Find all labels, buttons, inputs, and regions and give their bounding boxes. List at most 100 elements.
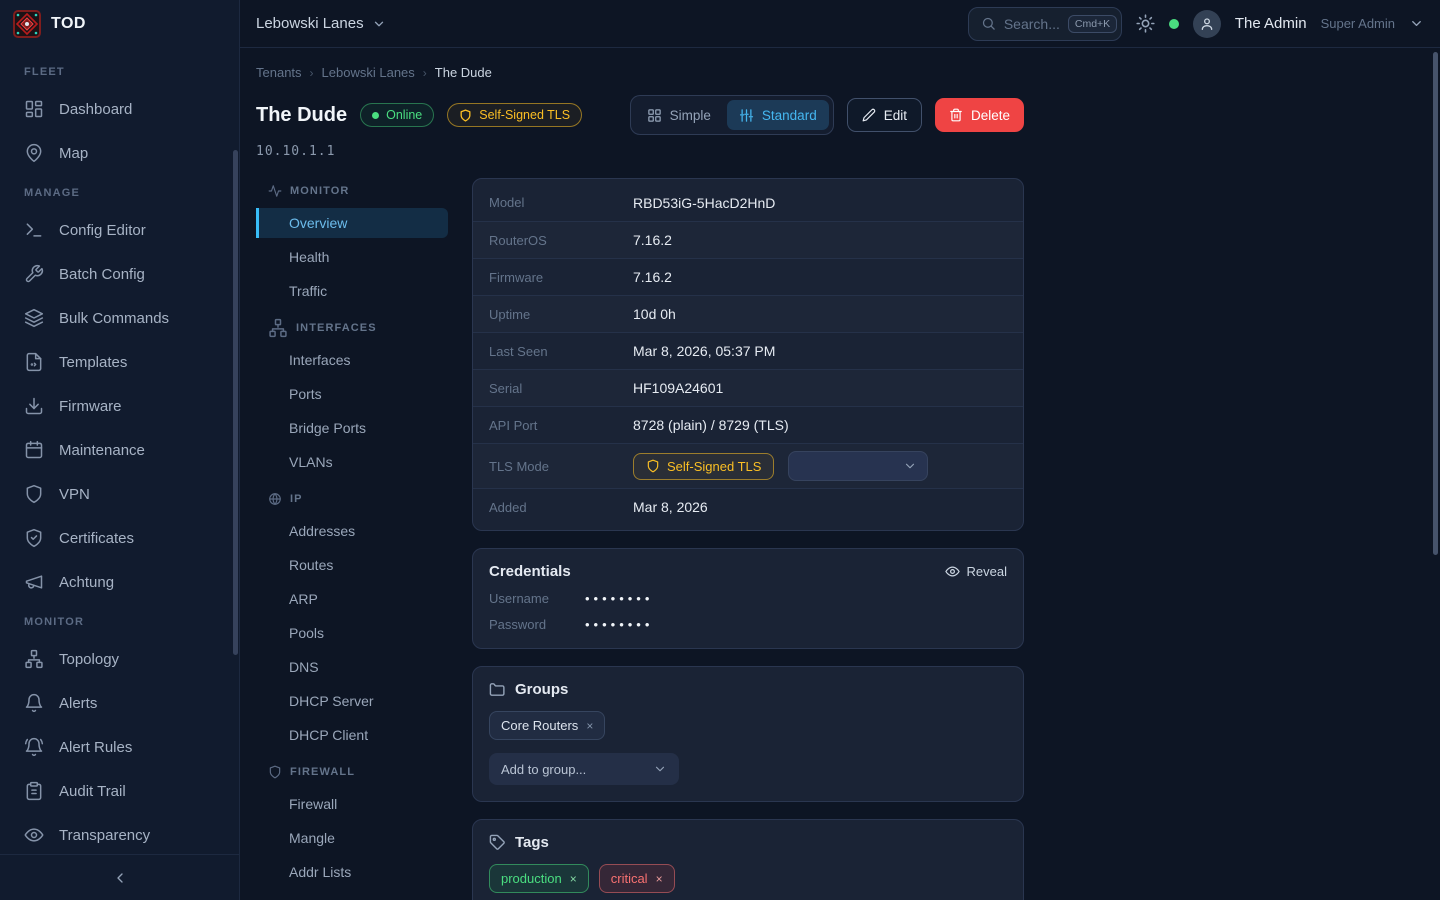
subnav-item-vlans[interactable]: VLANs (256, 447, 448, 477)
sidebar-item-dashboard[interactable]: Dashboard (0, 87, 239, 131)
subnav-item-arp[interactable]: ARP (256, 584, 448, 614)
clipboard-icon (24, 781, 44, 801)
search-placeholder: Search... (1004, 16, 1060, 32)
subnav-item-interfaces[interactable]: Interfaces (256, 345, 448, 375)
bell-ring-icon (24, 737, 44, 757)
sidebar-item-config-editor[interactable]: Config Editor (0, 208, 239, 252)
reveal-button[interactable]: Reveal (945, 564, 1007, 579)
subnav-item-routes[interactable]: Routes (256, 550, 448, 580)
detail-value-firmware: 7.16.2 (633, 269, 672, 285)
sidebar-scrollbar[interactable] (233, 150, 238, 655)
pencil-icon (862, 108, 876, 122)
view-simple-button[interactable]: Simple (635, 100, 723, 130)
password-masked-value: •••••••• (585, 617, 653, 632)
sidebar-item-achtung[interactable]: Achtung (0, 560, 239, 604)
tls-mode-select[interactable] (788, 451, 928, 481)
subnav-item-health[interactable]: Health (256, 242, 448, 272)
detail-row-api-port: API Port 8728 (plain) / 8729 (TLS) (473, 406, 1023, 443)
add-to-group-select[interactable]: Add to group... (489, 753, 679, 785)
search-icon (981, 16, 996, 31)
subnav-item-dhcp-client[interactable]: DHCP Client (256, 720, 448, 750)
layers-icon (24, 308, 44, 328)
detail-value-api-port: 8728 (plain) / 8729 (TLS) (633, 417, 789, 433)
subnav-item-ports[interactable]: Ports (256, 379, 448, 409)
subnav-item-dhcp-server[interactable]: DHCP Server (256, 686, 448, 716)
topbar: Lebowski Lanes Search... Cmd+K (240, 0, 1440, 48)
group-chip: Core Routers× (489, 711, 605, 740)
view-standard-button[interactable]: Standard (727, 100, 829, 130)
app-root: TOD FLEETDashboardMapMANAGEConfig Editor… (0, 0, 1440, 900)
user-role: Super Admin (1321, 16, 1395, 31)
overview-card: Model RBD53iG-5HacD2HnD RouterOS 7.16.2 … (472, 178, 1024, 531)
subnav-item-pools[interactable]: Pools (256, 618, 448, 648)
download-icon (24, 396, 44, 416)
groups-card: Groups Core Routers× Add to group... (472, 666, 1024, 802)
subnav-item-mangle[interactable]: Mangle (256, 823, 448, 853)
user-menu-chevron-icon[interactable] (1409, 16, 1424, 31)
theme-toggle-button[interactable] (1136, 14, 1155, 33)
eye-icon (945, 564, 960, 579)
sidebar-item-firmware[interactable]: Firmware (0, 384, 239, 428)
search-shortcut-badge: Cmd+K (1068, 15, 1117, 33)
sidebar-collapse-button[interactable] (0, 854, 239, 900)
sidebar-item-topology[interactable]: Topology (0, 637, 239, 681)
breadcrumb-item[interactable]: Lebowski Lanes (322, 65, 415, 80)
wrench-icon (24, 264, 44, 284)
online-dot-icon (372, 112, 379, 119)
breadcrumb-item[interactable]: Tenants (256, 65, 302, 80)
user-name: The Admin (1235, 15, 1307, 32)
avatar[interactable] (1193, 10, 1221, 38)
chevron-down-icon (653, 762, 667, 776)
page-scrollbar[interactable] (1433, 52, 1438, 555)
bell-icon (24, 693, 44, 713)
sidebar-item-templates[interactable]: Templates (0, 340, 239, 384)
subnav-item-addresses[interactable]: Addresses (256, 516, 448, 546)
sidebar-item-bulk-commands[interactable]: Bulk Commands (0, 296, 239, 340)
subnav-item-bridge-ports[interactable]: Bridge Ports (256, 413, 448, 443)
subnav-item-firewall[interactable]: Firewall (256, 789, 448, 819)
device-subnav: MONITOROverviewHealthTrafficINTERFACESIn… (256, 178, 448, 900)
sidebar-item-transparency[interactable]: Transparency (0, 813, 239, 854)
user-icon (1199, 16, 1215, 32)
tag-chip: production× (489, 864, 589, 893)
credentials-card: Credentials Reveal Username •••••••• (472, 548, 1024, 649)
breadcrumb-item[interactable]: The Dude (435, 65, 492, 80)
sidebar-item-maintenance[interactable]: Maintenance (0, 428, 239, 472)
detail-row-last-seen: Last Seen Mar 8, 2026, 05:37 PM (473, 332, 1023, 369)
sidebar-item-vpn[interactable]: VPN (0, 472, 239, 516)
folder-icon (489, 681, 506, 698)
detail-row-tls-mode: TLS Mode Self-Signed TLS (473, 443, 1023, 488)
sidebar-item-certificates[interactable]: Certificates (0, 516, 239, 560)
delete-button[interactable]: Delete (935, 98, 1024, 132)
subnav-item-traffic[interactable]: Traffic (256, 276, 448, 306)
tenant-name: Lebowski Lanes (256, 15, 364, 32)
app-title: TOD (51, 15, 86, 33)
detail-value-added: Mar 8, 2026 (633, 499, 708, 515)
detail-value-routeros: 7.16.2 (633, 232, 672, 248)
sidebar-item-batch-config[interactable]: Batch Config (0, 252, 239, 296)
sun-icon (1136, 14, 1155, 33)
chevron-down-icon (372, 17, 386, 31)
sidebar-section-fleet: FLEET (0, 54, 239, 87)
tenant-switcher[interactable]: Lebowski Lanes (256, 15, 386, 32)
remove-chip-icon[interactable]: × (570, 872, 577, 886)
detail-row-serial: Serial HF109A24601 (473, 369, 1023, 406)
remove-chip-icon[interactable]: × (586, 719, 593, 733)
search-input[interactable]: Search... Cmd+K (968, 7, 1122, 41)
subnav-item-overview[interactable]: Overview (256, 208, 448, 238)
grid-icon (647, 108, 662, 123)
edit-button[interactable]: Edit (847, 98, 922, 132)
dashboard-icon (24, 99, 44, 119)
subnav-item-addr-lists[interactable]: Addr Lists (256, 857, 448, 887)
detail-value-model: RBD53iG-5HacD2HnD (633, 195, 775, 211)
connection-status-dot (1169, 19, 1179, 29)
trash-icon (949, 108, 963, 122)
remove-chip-icon[interactable]: × (656, 872, 663, 886)
subnav-item-dns[interactable]: DNS (256, 652, 448, 682)
sidebar-item-alert-rules[interactable]: Alert Rules (0, 725, 239, 769)
subnav-item-conntrack[interactable]: ConnTrack (256, 891, 448, 900)
sidebar-item-audit-trail[interactable]: Audit Trail (0, 769, 239, 813)
sidebar-item-map[interactable]: Map (0, 131, 239, 175)
detail-value-last-seen: Mar 8, 2026, 05:37 PM (633, 343, 775, 359)
sidebar-item-alerts[interactable]: Alerts (0, 681, 239, 725)
